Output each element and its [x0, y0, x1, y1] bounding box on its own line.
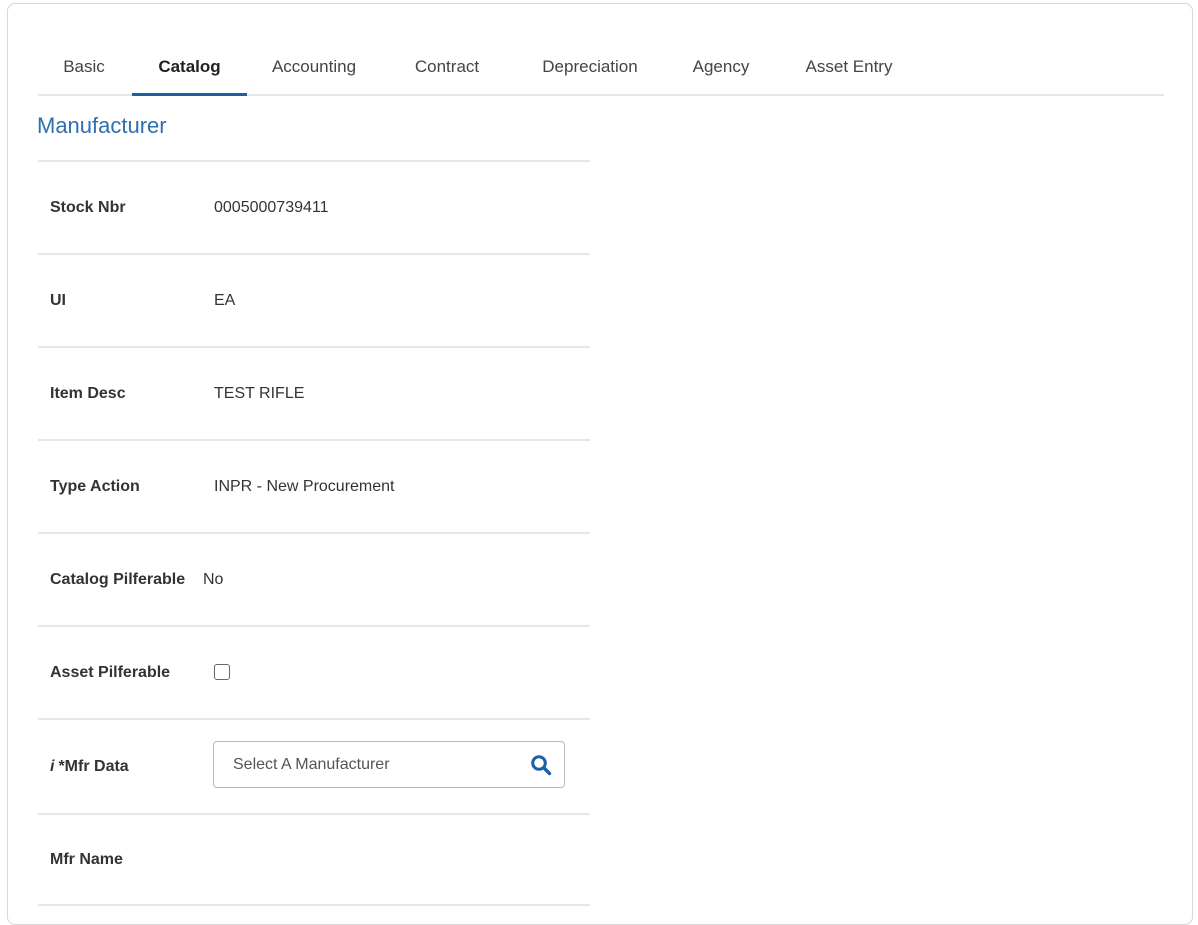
mfr-data-label-group: i *Mfr Data — [50, 720, 129, 813]
item-desc-label: Item Desc — [50, 384, 126, 402]
stock-nbr-value: 0005000739411 — [214, 198, 329, 216]
tab-catalog[interactable]: Catalog — [132, 40, 247, 96]
manufacturer-form: Stock Nbr 0005000739411 UI EA Item Desc … — [38, 160, 590, 906]
tab-basic[interactable]: Basic — [48, 40, 120, 94]
ui-value: EA — [214, 291, 236, 309]
catalog-pilferable-label: Catalog Pilferable — [50, 570, 186, 588]
asset-pilferable-label: Asset Pilferable — [50, 663, 171, 681]
info-icon[interactable]: i — [50, 758, 54, 776]
field-row-item-desc: Item Desc TEST RIFLE — [38, 346, 590, 439]
asset-pilferable-checkbox[interactable] — [214, 664, 230, 680]
field-row-asset-pilferable: Asset Pilferable — [38, 625, 590, 718]
field-row-mfr-data: i *Mfr Data — [38, 718, 590, 813]
tab-asset-entry[interactable]: Asset Entry — [796, 40, 902, 94]
ui-label: UI — [50, 291, 66, 309]
tab-contract[interactable]: Contract — [405, 40, 489, 94]
manufacturer-lookup — [213, 741, 565, 788]
tab-depreciation[interactable]: Depreciation — [530, 40, 650, 94]
manufacturer-search-input[interactable] — [215, 743, 505, 786]
tab-accounting[interactable]: Accounting — [258, 40, 370, 94]
tab-bar: Basic Catalog Accounting Contract Deprec… — [38, 40, 1164, 96]
tab-agency[interactable]: Agency — [684, 40, 758, 94]
field-row-catalog-pilferable: Catalog Pilferable No — [38, 532, 590, 625]
mfr-data-label: *Mfr Data — [58, 757, 129, 775]
field-row-type-action: Type Action INPR - New Procurement — [38, 439, 590, 532]
field-row-ui: UI EA — [38, 253, 590, 346]
section-title: Manufacturer — [37, 113, 167, 138]
mfr-name-label: Mfr Name — [50, 850, 123, 868]
item-desc-value: TEST RIFLE — [214, 384, 305, 402]
search-button[interactable] — [526, 750, 556, 780]
stock-nbr-label: Stock Nbr — [50, 198, 126, 216]
type-action-value: INPR - New Procurement — [214, 477, 395, 495]
catalog-pilferable-value: No — [203, 570, 224, 588]
type-action-label: Type Action — [50, 477, 140, 495]
field-row-stock-nbr: Stock Nbr 0005000739411 — [38, 160, 590, 253]
search-icon — [531, 755, 552, 776]
field-row-mfr-name: Mfr Name — [38, 813, 590, 906]
